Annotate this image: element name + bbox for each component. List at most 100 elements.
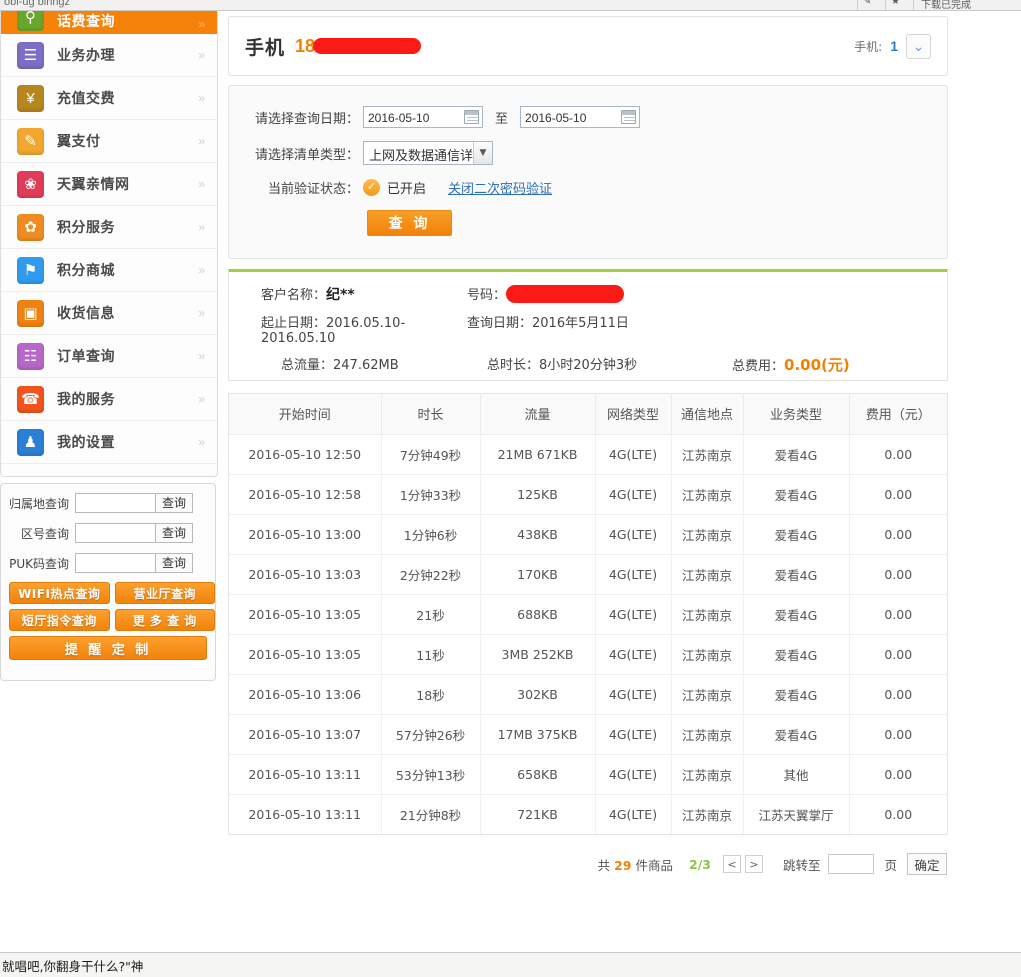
date-from-input[interactable]: 2016-05-10 bbox=[363, 106, 483, 128]
remind-custom-button[interactable]: 提 醒 定 制 bbox=[9, 636, 207, 660]
cell-start-time: 2016-05-10 13:05 bbox=[229, 594, 382, 635]
cell-fee: 0.00 bbox=[849, 674, 947, 715]
cell-fee: 0.00 bbox=[849, 714, 947, 755]
pagination-next-button[interactable]: > bbox=[744, 855, 763, 873]
bill-type-select[interactable]: 上网及数据通信详单 ▼ bbox=[363, 141, 493, 165]
detail-table-body: 2016-05-10 12:50 7分钟49秒 21MB 671KB 4G(LTE) 江… bbox=[229, 434, 947, 834]
cell-fee: 0.00 bbox=[884, 806, 913, 822]
chevron-right-icon: » bbox=[198, 91, 205, 105]
number-redaction bbox=[506, 285, 625, 303]
location-query-input[interactable] bbox=[75, 493, 155, 513]
sidebar-item-jifenfuwu[interactable]: ✿ 积分服务 » bbox=[1, 206, 217, 249]
pagination-total-suffix: 件商品 bbox=[635, 857, 673, 873]
cell-duration: 2分钟22秒 bbox=[381, 554, 481, 595]
puk-query-input[interactable] bbox=[75, 553, 155, 573]
cell-start-time: 2016-05-10 12:50 bbox=[229, 434, 382, 475]
box-icon: ▣ bbox=[17, 299, 44, 327]
number-field: 号码： bbox=[467, 284, 732, 304]
sidebar-item-label: 翼支付 bbox=[57, 134, 101, 150]
store-query-button[interactable]: 营业厅查询 bbox=[114, 582, 215, 604]
yuan-coin-icon: ¥ bbox=[17, 84, 44, 112]
chevron-right-icon: » bbox=[198, 435, 205, 449]
period-label: 起止日期： bbox=[261, 316, 327, 331]
cell-business-type: 爱看4G bbox=[743, 514, 850, 555]
sidebar-item-shouhuoxinxi[interactable]: ▣ 收货信息 » bbox=[1, 292, 217, 335]
phone-number-prefix: 18 bbox=[295, 35, 316, 56]
phone-count-label: 手机: bbox=[854, 39, 883, 54]
areacode-query-button[interactable]: 查询 bbox=[155, 523, 194, 543]
table-row: 2016-05-10 13:06 18秒 302KB 4G(LTE) 江苏南京 爱看4G 0… bbox=[229, 674, 947, 715]
pagination-position: 2/3 bbox=[689, 857, 711, 872]
column-header-location: 通信地点 bbox=[671, 394, 744, 435]
cell-business-type: 爱看4G bbox=[743, 714, 850, 755]
wifi-hotspot-query-button[interactable]: WIFI热点查询 bbox=[9, 582, 110, 604]
sidebar-item-yizhifu[interactable]: ✎ 翼支付 » bbox=[1, 120, 217, 163]
sidebar-item-tianyiqinqingwang[interactable]: ❀ 天翼亲情网 » bbox=[1, 163, 217, 206]
cell-network-type: 4G(LTE) bbox=[595, 514, 672, 555]
query-row-puk: PUK码查询 查询 bbox=[1, 552, 215, 574]
cell-location: 江苏南京 bbox=[671, 554, 744, 595]
sidebar-item-huafeichaxun[interactable]: ⚲ 话费查询 » bbox=[1, 11, 217, 34]
pagination-prev-button[interactable]: < bbox=[722, 855, 741, 873]
check-circle-icon: ✓ bbox=[363, 179, 380, 196]
query-row-areacode: 区号查询 查询 bbox=[1, 522, 215, 544]
cell-duration: 21秒 bbox=[381, 594, 481, 635]
bill-type-value: 上网及数据通信详单 bbox=[369, 149, 487, 164]
sidebar: ⚲ 话费查询 » ☰ 业务办理 » ¥ 充值交费 » ✎ 翼支付 » ❀ 天翼亲… bbox=[0, 11, 218, 477]
chevron-down-icon[interactable]: ⌄ bbox=[906, 33, 931, 59]
sms-command-query-button[interactable]: 短厅指令查询 bbox=[9, 609, 110, 631]
cell-duration: 18秒 bbox=[381, 674, 481, 715]
column-header-traffic: 流量 bbox=[480, 394, 596, 435]
sidebar-item-wodeshezhi[interactable]: ♟ 我的设置 » bbox=[1, 421, 217, 464]
pagination-jump-label: 跳转至 bbox=[782, 857, 821, 873]
cell-start-time: 2016-05-10 12:58 bbox=[229, 474, 382, 515]
cell-traffic: 21MB 671KB bbox=[480, 434, 596, 475]
calendar-icon[interactable] bbox=[464, 110, 479, 124]
date-to-input[interactable]: 2016-05-10 bbox=[520, 106, 641, 128]
calendar-icon[interactable] bbox=[621, 110, 637, 124]
cell-traffic: 721KB bbox=[480, 794, 596, 834]
sidebar-item-label: 积分商城 bbox=[57, 263, 115, 279]
cell-fee: 0.00 bbox=[849, 634, 947, 675]
more-query-button[interactable]: 更 多 查 询 bbox=[114, 609, 215, 631]
column-header-business-type: 业务类型 bbox=[743, 394, 850, 435]
close-second-password-link[interactable]: 关闭二次密码验证 bbox=[448, 178, 552, 197]
number-label: 号码： bbox=[467, 288, 507, 303]
sidebar-item-dingdanchaxun[interactable]: ☷ 订单查询 » bbox=[1, 335, 217, 378]
areacode-query-input[interactable] bbox=[75, 523, 155, 543]
sidebar-item-jifenshangcheng[interactable]: ⚑ 积分商城 » bbox=[1, 249, 217, 292]
sidebar-item-chongzhijiaofei[interactable]: ¥ 充值交费 » bbox=[1, 77, 217, 120]
cell-duration: 11秒 bbox=[381, 634, 481, 675]
puk-query-button[interactable]: 查询 bbox=[155, 553, 194, 573]
column-header-duration: 时长 bbox=[381, 394, 481, 435]
cell-network-type: 4G(LTE) bbox=[595, 474, 672, 515]
cell-business-type: 爱看4G bbox=[743, 634, 850, 675]
browser-tab-label: obi-ug binngz bbox=[4, 0, 71, 8]
query-label-areacode: 区号查询 bbox=[20, 526, 69, 541]
location-query-button[interactable]: 查询 bbox=[155, 493, 194, 513]
sidebar-item-wodefuwu[interactable]: ☎ 我的服务 » bbox=[1, 378, 217, 421]
customer-name-value: 纪** bbox=[326, 287, 355, 303]
date-to-value: 2016-05-10 bbox=[525, 111, 587, 125]
cell-location: 江苏南京 bbox=[671, 594, 744, 635]
cell-fee: 0.00 bbox=[849, 754, 947, 795]
query-date-label: 查询日期： bbox=[467, 316, 533, 331]
summary-row-2: 起止日期：2016.05.10-2016.05.10 查询日期：2016年5月1… bbox=[229, 312, 947, 346]
table-row: 2016-05-10 13:07 57分钟26秒 17MB 375KB 4G(LTE)… bbox=[229, 714, 947, 755]
cell-network-type: 4G(LTE) bbox=[595, 594, 672, 635]
points-gift-icon: ✿ bbox=[17, 213, 44, 241]
sidebar-item-label: 收货信息 bbox=[57, 306, 115, 322]
chevron-down-icon[interactable]: ▼ bbox=[473, 142, 492, 164]
query-label-location: 归属地查询 bbox=[8, 496, 69, 511]
pagination-total-pages: 3 bbox=[702, 856, 711, 872]
pagination-jump-input[interactable] bbox=[828, 854, 875, 874]
cell-start-time: 2016-05-10 13:00 bbox=[229, 514, 382, 555]
cell-business-type: 爱看4G bbox=[743, 674, 850, 715]
table-row: 2016-05-10 13:05 11秒 3MB 252KB 4G(LTE) 江苏南京爱… bbox=[229, 634, 947, 675]
sidebar-item-yewubanli[interactable]: ☰ 业务办理 » bbox=[1, 34, 217, 77]
cell-location: 江苏南京 bbox=[671, 674, 744, 715]
total-traffic-label: 总流量： bbox=[281, 358, 334, 373]
query-submit-button[interactable]: 查 询 bbox=[367, 210, 452, 236]
detail-table: 开始时间 时长 流量 网络类型 通信地点 业务类型 费用（元） 2016-05-… bbox=[229, 394, 947, 834]
pagination-confirm-button[interactable]: 确定 bbox=[907, 853, 947, 875]
